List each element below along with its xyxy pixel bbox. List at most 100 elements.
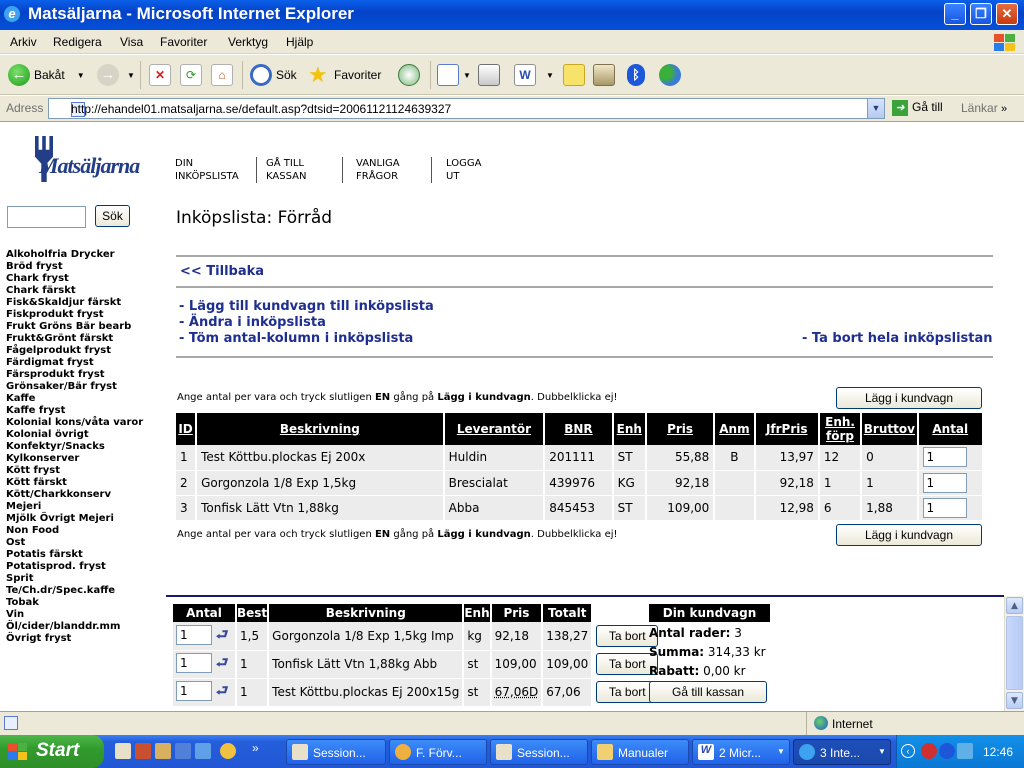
category-link[interactable]: Mjölk Övrigt Mejeri bbox=[6, 513, 114, 525]
quicklaunch-icon[interactable] bbox=[115, 743, 131, 759]
scrollbar[interactable]: ▲ ▼ bbox=[1004, 596, 1024, 711]
category-link[interactable]: Te/Ch.dr/Spec.kaffe bbox=[6, 585, 115, 597]
update-arrow-icon[interactable]: ⮐ bbox=[216, 655, 229, 671]
update-arrow-icon[interactable]: ⮐ bbox=[216, 627, 229, 643]
go-button[interactable]: ➜ Gå till bbox=[892, 100, 943, 116]
address-dropdown-icon[interactable]: ▼ bbox=[867, 99, 884, 118]
category-link[interactable]: Frukt&Grönt färskt bbox=[6, 333, 113, 345]
taskbar-item[interactable]: F. Förv... bbox=[389, 739, 487, 765]
quantity-input[interactable]: 1 bbox=[922, 472, 967, 493]
stop-button[interactable]: ✕ bbox=[149, 61, 171, 89]
category-link[interactable]: Öl/cider/blanddr.mm bbox=[6, 621, 120, 633]
minimize-button[interactable]: _ bbox=[944, 3, 966, 25]
discuss-button[interactable] bbox=[563, 61, 585, 89]
back-button[interactable]: ← Bakåt ▼ bbox=[8, 61, 85, 89]
cart-quantity-input[interactable]: 1 bbox=[176, 681, 212, 701]
category-link[interactable]: Kött fryst bbox=[6, 465, 60, 477]
category-link[interactable]: Färsprodukt fryst bbox=[6, 369, 105, 381]
category-link[interactable]: Tobak bbox=[6, 597, 39, 609]
add-to-cart-button-top[interactable]: Lägg i kundvagn bbox=[836, 387, 982, 409]
category-link[interactable]: Vin bbox=[6, 609, 24, 621]
forward-button[interactable]: → ▼ bbox=[97, 61, 135, 89]
nav-faq[interactable]: VANLIGA FRÅGOR bbox=[342, 157, 400, 183]
category-link[interactable]: Kaffe bbox=[6, 393, 35, 405]
taskbar-item[interactable]: Manualer bbox=[591, 739, 689, 765]
quicklaunch-icon[interactable] bbox=[175, 743, 191, 759]
menu-favoriter[interactable]: Favoriter bbox=[160, 35, 207, 49]
category-link[interactable]: Övrigt fryst bbox=[6, 633, 71, 645]
search-input[interactable] bbox=[7, 206, 86, 228]
category-link[interactable]: Kött färskt bbox=[6, 477, 67, 489]
category-link[interactable]: Fiskprodukt fryst bbox=[6, 309, 104, 321]
bluetooth-button[interactable]: ᛒ bbox=[627, 61, 645, 89]
category-link[interactable]: Grönsaker/Bär fryst bbox=[6, 381, 117, 393]
mail-button[interactable]: ▼ bbox=[437, 61, 471, 89]
tray-icon[interactable] bbox=[921, 743, 937, 759]
menu-verktyg[interactable]: Verktyg bbox=[228, 35, 268, 49]
history-button[interactable] bbox=[398, 61, 420, 89]
maximize-button[interactable]: ❐ bbox=[970, 3, 992, 25]
category-link[interactable]: Chark fryst bbox=[6, 273, 69, 285]
col-description[interactable]: Beskrivning bbox=[196, 413, 445, 445]
network-tray-icon[interactable] bbox=[957, 743, 973, 759]
col-compare-price[interactable]: JfrPris bbox=[754, 413, 820, 445]
category-link[interactable]: Potatisprod. fryst bbox=[6, 561, 106, 573]
category-link[interactable]: Non Food bbox=[6, 525, 59, 537]
category-link[interactable]: Färdigmat fryst bbox=[6, 357, 94, 369]
category-link[interactable]: Kött/Charkkonserv bbox=[6, 489, 111, 501]
category-link[interactable]: Chark färskt bbox=[6, 285, 76, 297]
delete-list-link[interactable]: - Ta bort hela inköpslistan bbox=[802, 331, 993, 346]
col-bnr[interactable]: BNR bbox=[544, 413, 614, 445]
category-link[interactable]: Potatis färskt bbox=[6, 549, 83, 561]
start-button[interactable]: Start bbox=[0, 735, 104, 768]
category-link[interactable]: Ost bbox=[6, 537, 25, 549]
category-link[interactable]: Bröd fryst bbox=[6, 261, 63, 273]
category-link[interactable]: Fågelprodukt fryst bbox=[6, 345, 111, 357]
quicklaunch-icon[interactable] bbox=[220, 743, 236, 759]
add-to-cart-button-bottom[interactable]: Lägg i kundvagn bbox=[836, 524, 982, 546]
category-link[interactable]: Kaffe fryst bbox=[6, 405, 65, 417]
scroll-up-icon[interactable]: ▲ bbox=[1006, 597, 1023, 614]
menu-hjalp[interactable]: Hjälp bbox=[286, 35, 313, 49]
print-button[interactable] bbox=[478, 61, 500, 89]
back-dropdown-icon[interactable]: ▼ bbox=[77, 71, 85, 80]
update-arrow-icon[interactable]: ⮐ bbox=[216, 683, 229, 699]
category-link[interactable]: Fisk&Skaldjur färskt bbox=[6, 297, 121, 309]
nav-logout[interactable]: LOGGA UT bbox=[431, 157, 481, 183]
site-logo[interactable]: Matsäljarna bbox=[35, 136, 150, 186]
edit-list-link[interactable]: - Ändra i inköpslista bbox=[179, 315, 326, 330]
col-id[interactable]: ID bbox=[176, 413, 198, 445]
col-gross[interactable]: Bruttov bbox=[861, 413, 919, 445]
nav-checkout[interactable]: GÅ TILL KASSAN bbox=[256, 157, 306, 183]
home-button[interactable]: ⌂ bbox=[211, 61, 233, 89]
category-link[interactable]: Frukt Gröns Bär bearb bbox=[6, 321, 131, 333]
tray-expand-icon[interactable]: ‹ bbox=[901, 744, 915, 758]
bluetooth-tray-icon[interactable] bbox=[939, 743, 955, 759]
menu-arkiv[interactable]: Arkiv bbox=[10, 35, 37, 49]
col-pack-unit[interactable]: Enh. förp bbox=[818, 413, 863, 445]
menu-redigera[interactable]: Redigera bbox=[53, 35, 102, 49]
col-note[interactable]: Anm bbox=[714, 413, 756, 445]
quantity-input[interactable]: 1 bbox=[922, 447, 967, 468]
search-button[interactable]: Sök bbox=[250, 61, 297, 89]
scroll-thumb[interactable] bbox=[1006, 616, 1023, 690]
refresh-button[interactable]: ⟳ bbox=[180, 61, 202, 89]
cart-quantity-input[interactable]: 1 bbox=[176, 624, 212, 645]
links-button[interactable]: Länkar » bbox=[961, 101, 1007, 115]
taskbar-item[interactable]: Session... bbox=[490, 739, 588, 765]
edit-button[interactable]: W ▼ bbox=[514, 61, 554, 89]
close-button[interactable]: ✕ bbox=[996, 3, 1018, 25]
col-quantity[interactable]: Antal bbox=[917, 413, 985, 445]
search-submit-button[interactable]: Sök bbox=[95, 205, 130, 227]
quicklaunch-icon[interactable] bbox=[195, 743, 211, 759]
quicklaunch-more-icon[interactable]: » bbox=[252, 741, 259, 755]
quicklaunch-icon[interactable] bbox=[155, 743, 171, 759]
category-link[interactable]: Alkoholfria Drycker bbox=[6, 249, 115, 261]
nav-shopping-list[interactable]: DIN INKÖPSLISTA bbox=[175, 157, 239, 183]
category-link[interactable]: Kolonial övrigt bbox=[6, 429, 89, 441]
clear-quantity-link[interactable]: - Töm antal-kolumn i inköpslista bbox=[179, 331, 413, 346]
category-link[interactable]: Sprit bbox=[6, 573, 34, 585]
category-link[interactable]: Konfektyr/Snacks bbox=[6, 441, 105, 453]
research-button[interactable] bbox=[593, 61, 615, 89]
scroll-down-icon[interactable]: ▼ bbox=[1006, 692, 1023, 709]
